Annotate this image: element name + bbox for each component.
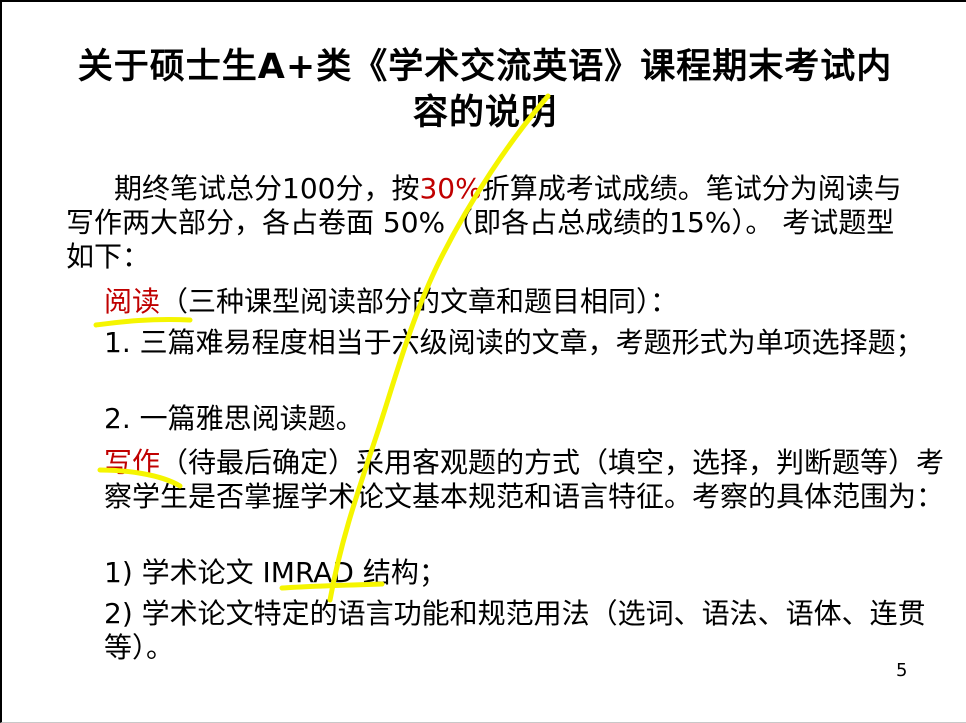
intro-text-pre: 期终笔试总分100分，按	[114, 172, 420, 205]
intro-paragraph: 期终笔试总分100分，按30%折算成考试成绩。笔试分为阅读与写作两大部分，各占卷…	[66, 172, 916, 274]
reading-item-2-text: 2. 一篇雅思阅读题。	[104, 402, 364, 435]
reading-item-2: 2. 一篇雅思阅读题。	[66, 402, 954, 436]
writing-item-2-text: 2) 学术论文特定的语言功能和规范用法（选词、语法、语体、连贯等）。	[104, 597, 926, 664]
title-line-2: 容的说明	[412, 93, 557, 133]
reading-item-1: 1. 三篇难易程度相当于六级阅读的文章，考题形式为单项选择题；	[66, 326, 954, 360]
writing-label: 写作	[104, 446, 161, 479]
writing-item-1-text: 1) 学术论文 IMRAD 结构；	[104, 556, 447, 589]
title-line-1: 关于硕士生A+类《学术交流英语》课程期末考试内	[77, 47, 893, 87]
writing-paragraph: 写作（待最后确定）采用客观题的方式（填空，选择，判断题等）考察学生是否掌握学术论…	[66, 446, 954, 514]
slide-title: 关于硕士生A+类《学术交流英语》课程期末考试内 容的说明	[60, 44, 910, 136]
writing-item-2: 2) 学术论文特定的语言功能和规范用法（选词、语法、语体、连贯等）。	[66, 597, 954, 665]
pen-stroke-underline-reading	[93, 316, 193, 328]
reading-heading: 阅读（三种课型阅读部分的文章和题目相同）：	[66, 285, 954, 319]
slide: 关于硕士生A+类《学术交流英语》课程期末考试内 容的说明 期终笔试总分100分，…	[0, 0, 966, 722]
intro-percentage: 30%	[419, 172, 482, 205]
page-number: 5	[896, 660, 908, 681]
reading-description: （三种课型阅读部分的文章和题目相同）：	[160, 285, 679, 318]
reading-label: 阅读	[104, 285, 161, 318]
writing-description: （待最后确定）采用客观题的方式（填空，选择，判断题等）考察学生是否掌握学术论文基…	[104, 446, 945, 513]
writing-item-1: 1) 学术论文 IMRAD 结构；	[66, 556, 954, 590]
reading-item-1-text: 1. 三篇难易程度相当于六级阅读的文章，考题形式为单项选择题；	[104, 326, 924, 359]
